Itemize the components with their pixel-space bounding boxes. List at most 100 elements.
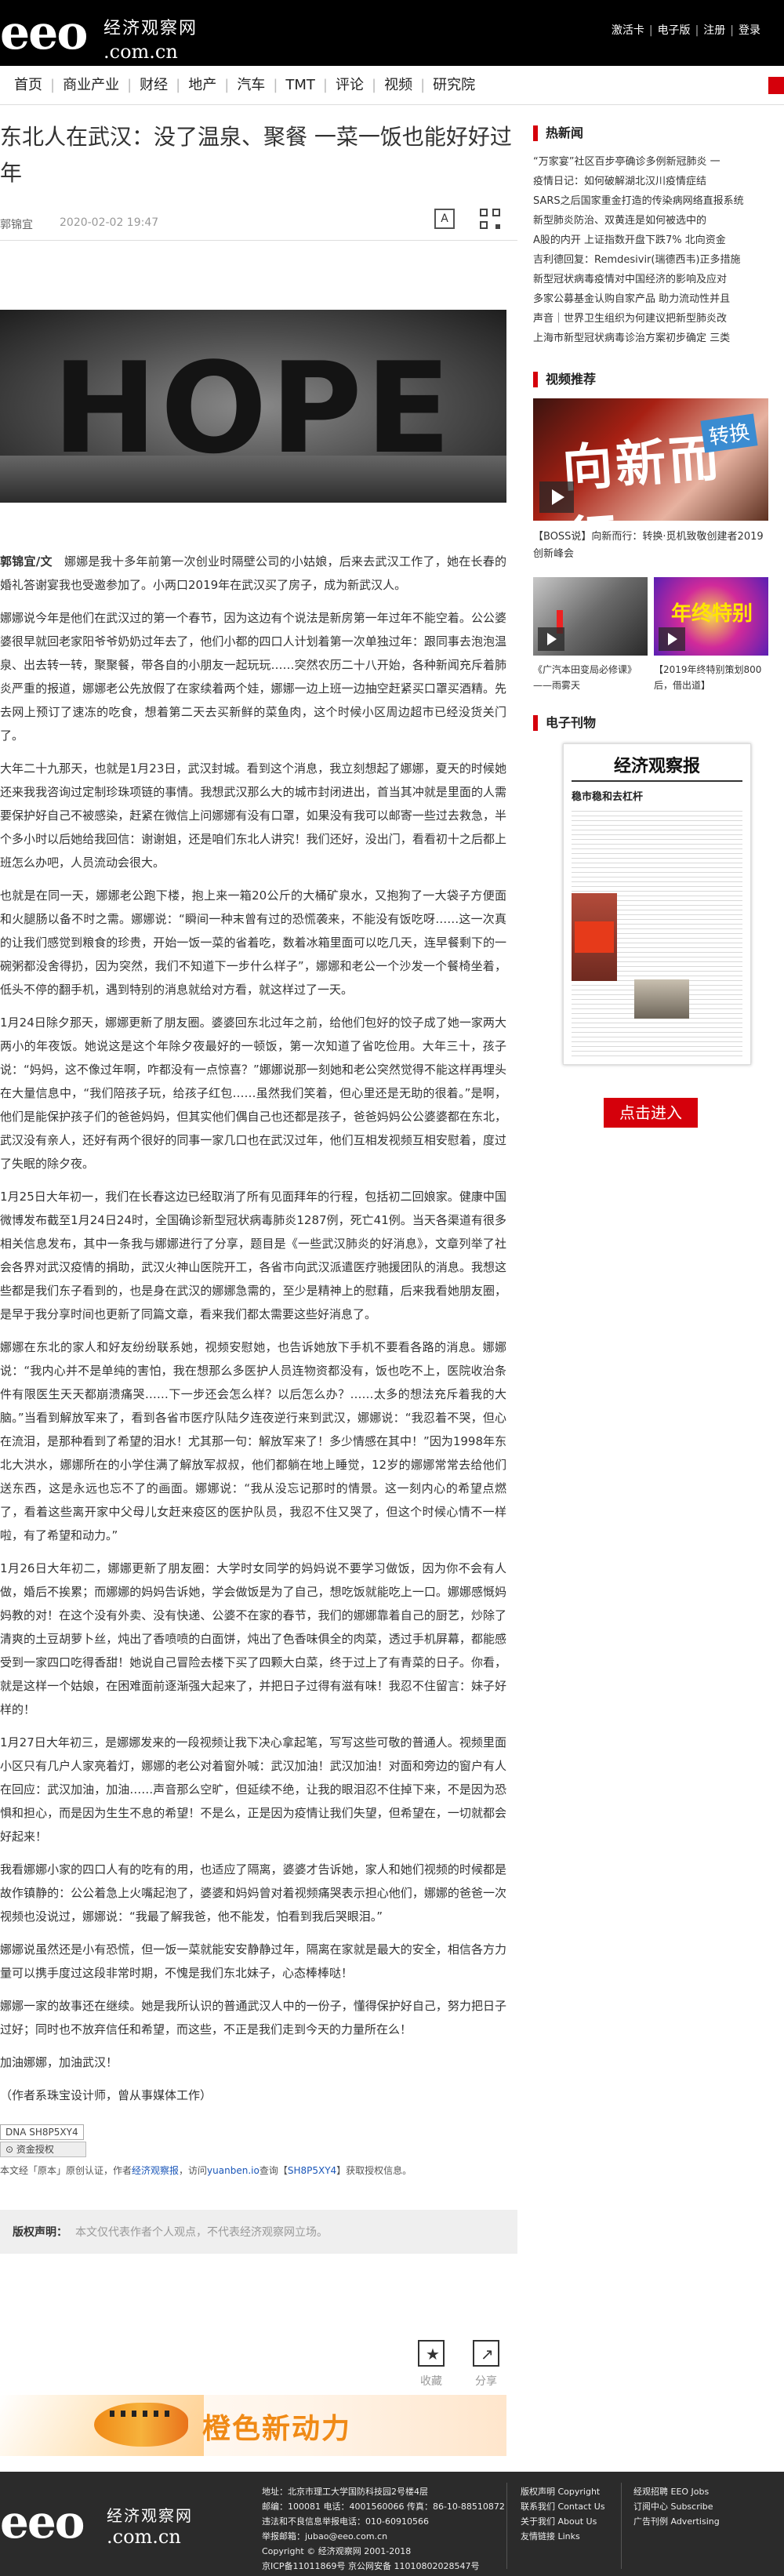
nav-item-tmt[interactable]: TMT [279, 66, 321, 105]
footer-link[interactable]: 版权声明 Copyright [521, 2484, 605, 2499]
footer-contact-info: 地址：北京市理工大学国防科技园2号楼4层 邮编：100081 电话：400156… [262, 2484, 505, 2574]
author-link[interactable]: 经济观察报 [132, 2165, 179, 2176]
qr-code-icon[interactable] [480, 209, 500, 229]
hot-news-item[interactable]: 新型冠状病毒疫情对中国经济的影响及应对 [533, 270, 768, 289]
video-caption[interactable]: 【2019年终特别策划800后，借出道】 [654, 662, 768, 693]
hot-news-item[interactable]: 多家公募基金认购自家产品 助力流动性并且 [533, 289, 768, 309]
statement-label: 版权声明： [13, 2226, 67, 2239]
footer-logo-chinese-name: 经济观察网 [107, 2506, 193, 2525]
epaper-masthead: 经济观察报 [572, 752, 742, 782]
featured-video[interactable]: 向新而行 转换 [533, 398, 768, 521]
footer-logo-url: .com.cn [107, 2526, 181, 2548]
article-meta: 郭锦宜 2020-02-02 19:47 A [0, 201, 517, 240]
video-thumbnail[interactable]: 年终特别 [654, 577, 768, 656]
search-toggle[interactable] [768, 77, 784, 94]
play-icon[interactable] [659, 627, 685, 651]
footer-info-line: 地址：北京市理工大学国防科技园2号楼4层 [262, 2487, 428, 2497]
register-link[interactable]: 注册 [703, 24, 725, 37]
footer-links-col-1: 版权声明 Copyright 联系我们 Contact Us 关于我们 Abou… [521, 2484, 605, 2544]
favorite-button[interactable]: ★ 收藏 [408, 2340, 455, 2389]
epaper-heading: 电子刊物 [533, 715, 768, 731]
nav-item-finance[interactable]: 财经 [133, 66, 174, 105]
nav-item-opinion[interactable]: 评论 [329, 66, 370, 105]
play-icon[interactable] [538, 627, 564, 651]
login-link[interactable]: 登录 [739, 24, 760, 37]
font-size-icon[interactable]: A [434, 209, 455, 229]
enter-epaper-button[interactable]: 点击进入 [604, 1098, 698, 1128]
license-button-label: 资金授权 [16, 2144, 54, 2155]
site-logo-subtitle[interactable]: 经济观察网 .com.cn [103, 14, 198, 63]
nav-item-video[interactable]: 视频 [378, 66, 419, 105]
footer-logo[interactable]: eeo [0, 2498, 85, 2545]
article-paragraph: （作者系珠宝设计师，曾从事媒体工作） [0, 2088, 212, 2102]
footer-info-line: Copyright © 经济观察网 2001-2018 [262, 2546, 412, 2556]
nav-item-realestate[interactable]: 地产 [182, 66, 223, 105]
footer-link[interactable]: 经观招聘 EEO Jobs [633, 2484, 720, 2499]
site-logo[interactable]: eeo [0, 9, 88, 56]
article-hero-image: HOPE [0, 310, 506, 503]
top-links: 激活卡 | 电子版 | 注册 | 登录 [611, 24, 760, 37]
dna-copyright-block: DNA SH8P5XY4 ⊙ 资金授权 [0, 2124, 517, 2157]
footer-link[interactable]: 订阅中心 Subscribe [633, 2499, 720, 2514]
ad-banner[interactable]: 橙色新动力 [0, 2395, 506, 2456]
footer-info-line: 举报邮箱：jubao@eeo.com.cn [262, 2531, 388, 2541]
hero-image-word: HOPE [52, 335, 455, 481]
hot-news-item[interactable]: 声音｜世界卫生组织为何建议把新型肺炎改 [533, 309, 768, 329]
article-column: 东北人在武汉：没了温泉、聚餐 一菜一饭也能好好过年 郭锦宜 2020-02-02… [0, 105, 517, 2411]
hot-news-item[interactable]: 上海市新型冠状病毒诊治方案初步确定 三类 [533, 329, 768, 348]
epaper-cover[interactable]: 经济观察报 稳市稳和去杠杆 [563, 743, 751, 1065]
epaper-link[interactable]: 电子版 [658, 24, 691, 37]
nav-separator: | [50, 77, 56, 93]
footer-link[interactable]: 联系我们 Contact Us [521, 2499, 605, 2514]
nav-separator: | [224, 77, 230, 93]
article-paragraph: 1月26日大年初二，娜娜更新了朋友圈：大学时女同学的妈妈说不要学习做饭，因为你不… [0, 1561, 506, 1717]
logo-url: .com.cn [103, 41, 178, 63]
article-title: 东北人在武汉：没了温泉、聚餐 一菜一饭也能好好过年 [0, 124, 512, 186]
video-caption[interactable]: 《广汽本田变局必修课》——雨雾天 [533, 662, 648, 693]
article-author[interactable]: 郭锦宜 [0, 216, 33, 232]
epaper-headline: 稳市稳和去杠杆 [572, 791, 644, 803]
main-nav: 首页 | 商业产业 | 财经 | 地产 | 汽车 | TMT | 评论 | 视频 | 研究院 [0, 66, 784, 105]
article-paragraph: 1月27日大年初三，是娜娜发来的一段视频让我下决心拿起笔，写写这些可敬的普通人。… [0, 1735, 506, 1844]
statement-text: 本文仅代表作者个人观点，不代表经济观察网立场。 [75, 2226, 328, 2239]
video-card[interactable]: 《广汽本田变局必修课》——雨雾天 [533, 577, 648, 693]
dna-link[interactable]: SH8P5XY4 [288, 2165, 336, 2176]
hot-news-item[interactable]: A股的内开 上证指数开盘下跌7% 北向资金 [533, 231, 768, 250]
paragraph-text: 娜娜是我十多年前第一次创业时隔壁公司的小姑娘，后来去武汉工作了，她在长春的婚礼答… [0, 554, 506, 592]
video-card[interactable]: 年终特别 【2019年终特别策划800后，借出道】 [654, 577, 768, 693]
copyright-text: ，访问 [179, 2165, 208, 2176]
play-icon[interactable] [539, 481, 574, 513]
article-body: 郭锦宜/文 娜娜是我十多年前第一次创业时隔壁公司的小姑娘，后来去武汉工作了，她在… [0, 550, 506, 2107]
nav-separator: | [372, 77, 377, 93]
footer-link[interactable]: 关于我们 About Us [521, 2514, 605, 2529]
hot-news-item[interactable]: “万家宴”社区百步亭确诊多例新冠肺炎 一 [533, 152, 768, 172]
article-paragraph: 郭锦宜/文 娜娜是我十多年前第一次创业时隔壁公司的小姑娘，后来去武汉工作了，她在… [0, 550, 506, 597]
article-paragraph: 娜娜在东北的家人和好友纷纷联系她，视频安慰她，也告诉她放下手机不要看各路的消息。… [0, 1340, 506, 1542]
license-button[interactable]: ⊙ 资金授权 [0, 2142, 86, 2157]
nav-separator: | [176, 77, 181, 93]
nav-item-research[interactable]: 研究院 [426, 66, 481, 105]
video-thumbnail[interactable] [533, 577, 648, 656]
footer-link[interactable]: 友情链接 Links [521, 2529, 605, 2544]
hot-news-item[interactable]: 疫情日记：如何破解湖北汉川疫情症结 [533, 172, 768, 191]
yuanben-link[interactable]: yuanben.io [207, 2165, 260, 2176]
share-button[interactable]: ↗ 分享 [463, 2340, 510, 2389]
nav-item-auto[interactable]: 汽车 [230, 66, 271, 105]
nav-item-home[interactable]: 首页 [8, 66, 49, 105]
nav-item-business[interactable]: 商业产业 [56, 66, 125, 105]
activate-card-link[interactable]: 激活卡 [612, 24, 644, 37]
copyright-statement: 版权声明： 本文仅代表作者个人观点，不代表经济观察网立场。 [0, 2210, 517, 2254]
copyright-note: 本文经「原本」原创认证，作者经济观察报，访问yuanben.io查询【SH8P5… [0, 2164, 517, 2177]
hot-news-item[interactable]: SARS之后国家重金打造的传染病网络直报系统 [533, 191, 768, 211]
favorite-label: 收藏 [420, 2375, 442, 2388]
featured-video-caption[interactable]: 【BOSS说】向新而行：转换·觅机致敬创建者2019创新峰会 [533, 529, 768, 563]
copyright-text: 】获取授权信息。 [336, 2165, 412, 2176]
dna-code: DNA SH8P5XY4 [0, 2124, 84, 2140]
hot-news-item[interactable]: 新型肺炎防治、双黄连是如何被选中的 [533, 211, 768, 231]
copyright-text: 本文经「原本」原创认证，作者 [0, 2165, 132, 2176]
footer-logo-subtitle: 经济观察网 .com.cn [107, 2503, 193, 2548]
hot-news-item[interactable]: 吉利德回复：Remdesivir(瑞德西韦)正多措施 [533, 250, 768, 270]
nav-separator: | [127, 77, 132, 93]
footer-link[interactable]: 广告刊例 Advertising [633, 2514, 720, 2529]
banner-text: 橙色新动力 [202, 2413, 352, 2445]
